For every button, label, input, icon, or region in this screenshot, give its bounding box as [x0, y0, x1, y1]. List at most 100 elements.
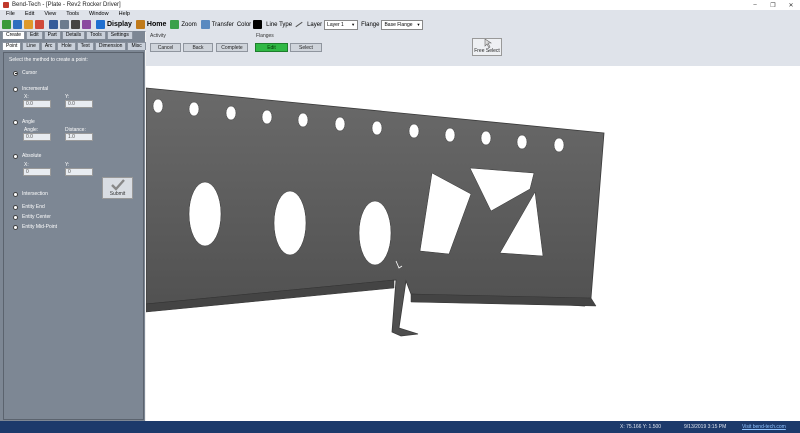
tab-point[interactable]: Point — [2, 42, 22, 50]
angle-field[interactable]: 0.0 — [23, 133, 51, 141]
tab-create[interactable]: Create — [2, 31, 26, 39]
zoom-icon[interactable] — [170, 20, 180, 29]
chevron-down-icon: ▼ — [351, 22, 356, 27]
window-title: Bend-Tech - [Plate - Rev2 Rocker Driver] — [12, 2, 121, 8]
free-select-button[interactable]: Free Select — [472, 38, 502, 56]
tab-text[interactable]: Text — [76, 42, 94, 50]
display-button[interactable]: Display — [107, 21, 132, 28]
radio-absolute[interactable] — [13, 153, 18, 159]
tab-misc[interactable]: Misc — [127, 42, 146, 50]
cancel-button[interactable]: Cancel — [150, 43, 181, 52]
absolute-label: Absolute — [22, 153, 42, 159]
option-entity-center[interactable]: Entity Center — [13, 214, 51, 220]
abs-y-field[interactable]: 0 — [65, 168, 93, 176]
entity-center-label: Entity Center — [22, 214, 51, 220]
main-toolbar: Display Home Zoom Transfer Color Line Ty… — [0, 18, 800, 32]
radio-entity-mid[interactable] — [13, 224, 18, 230]
transfer-icon[interactable] — [200, 20, 210, 29]
home-icon[interactable] — [135, 20, 145, 29]
inc-y-field[interactable]: 0.0 — [65, 100, 93, 108]
back-button[interactable]: Back — [183, 43, 213, 52]
hole — [297, 112, 309, 128]
export-icon[interactable] — [82, 20, 91, 29]
tab-details[interactable]: Details — [61, 31, 86, 39]
hole — [553, 137, 565, 153]
abs-x-field[interactable]: 0 — [23, 168, 51, 176]
website-link[interactable]: Visit bend-tech.com — [742, 424, 786, 430]
option-entity-end[interactable]: Entity End — [13, 204, 45, 210]
radio-incremental[interactable] — [13, 86, 18, 92]
save-icon[interactable] — [49, 20, 58, 29]
submit-button[interactable]: Submit — [102, 177, 133, 199]
coordinate-readout: X: 75.166 Y: 1.500 — [620, 424, 662, 430]
menu-file[interactable]: File — [6, 11, 15, 17]
part-model — [146, 87, 605, 337]
tab-dimension[interactable]: Dimension — [94, 42, 127, 50]
layer-value: Layer 1 — [327, 21, 344, 28]
color-label: Color — [236, 21, 252, 28]
option-intersection[interactable]: Intersection — [13, 191, 48, 197]
point-panel: Select the method to create a point: Cur… — [3, 52, 144, 420]
layer-label: Layer — [307, 21, 323, 28]
hole — [261, 109, 273, 125]
restore-icon[interactable]: ❐ — [764, 0, 782, 10]
menu-tools[interactable]: Tools — [66, 11, 79, 17]
flange-edit-button[interactable]: Edit — [255, 43, 288, 52]
tab-line[interactable]: Line — [22, 42, 40, 50]
date-time: 9/13/2019 3:15 PM — [684, 424, 727, 430]
transfer-button[interactable]: Transfer — [212, 22, 234, 28]
primary-tabs: Create Edit Part Details Tools Settings — [0, 31, 145, 39]
tab-tools[interactable]: Tools — [86, 31, 106, 39]
display-icon[interactable] — [96, 20, 105, 29]
radio-entity-end[interactable] — [13, 204, 18, 210]
close-icon[interactable]: ✕ — [782, 0, 800, 10]
menu-edit[interactable]: Edit — [25, 11, 34, 17]
app-icon — [3, 2, 9, 8]
print-icon[interactable] — [71, 20, 80, 29]
menu-help[interactable]: Help — [119, 11, 130, 17]
line-type-icon[interactable] — [295, 21, 303, 28]
tab-part[interactable]: Part — [43, 31, 61, 39]
menu-view[interactable]: View — [44, 11, 56, 17]
close-file-icon[interactable] — [35, 20, 44, 29]
hole — [188, 101, 200, 117]
radio-intersection[interactable] — [13, 191, 18, 197]
intersection-label: Intersection — [22, 191, 48, 197]
drawing-viewport[interactable] — [146, 66, 800, 421]
save-as-icon[interactable] — [60, 20, 69, 29]
tab-arc[interactable]: Arc — [40, 42, 57, 50]
radio-entity-center[interactable] — [13, 214, 18, 220]
hole — [444, 127, 456, 143]
color-swatch[interactable] — [253, 20, 263, 29]
option-absolute[interactable]: Absolute — [13, 153, 41, 159]
tab-hole[interactable]: Hole — [57, 42, 76, 50]
new-file-icon[interactable] — [2, 20, 11, 29]
hole — [480, 130, 492, 146]
incremental-label: Incremental — [22, 86, 49, 92]
select-button[interactable]: Select — [290, 43, 322, 52]
flange-select[interactable]: Base Flange ▼ — [381, 19, 424, 30]
angle-label: Angle — [22, 119, 35, 125]
open-file-icon[interactable] — [13, 20, 22, 29]
cursor-label: Cursor — [22, 70, 38, 76]
inc-x-field[interactable]: 0.0 — [23, 100, 51, 108]
option-cursor[interactable]: Cursor — [13, 70, 37, 76]
option-angle[interactable]: Angle — [13, 119, 35, 125]
tab-edit[interactable]: Edit — [26, 31, 43, 39]
menu-window[interactable]: Window — [89, 11, 109, 17]
radio-cursor[interactable] — [13, 70, 18, 76]
distance-field[interactable]: 1.0 — [65, 133, 93, 141]
home-button[interactable]: Home — [147, 21, 166, 28]
minimize-icon[interactable]: – — [746, 0, 764, 10]
layer-select[interactable]: Layer 1 ▼ — [324, 19, 359, 30]
zoom-button[interactable]: Zoom — [181, 22, 196, 28]
complete-button[interactable]: Complete — [216, 43, 248, 52]
tab-settings[interactable]: Settings — [106, 31, 133, 39]
option-incremental[interactable]: Incremental — [13, 86, 48, 92]
folder-icon[interactable] — [24, 20, 33, 29]
flanges-title: Flanges — [256, 33, 274, 39]
radio-angle[interactable] — [13, 119, 18, 125]
flange-value: Base Flange — [384, 21, 413, 28]
option-entity-mid[interactable]: Entity Mid-Point — [13, 224, 57, 230]
hole — [334, 116, 346, 132]
